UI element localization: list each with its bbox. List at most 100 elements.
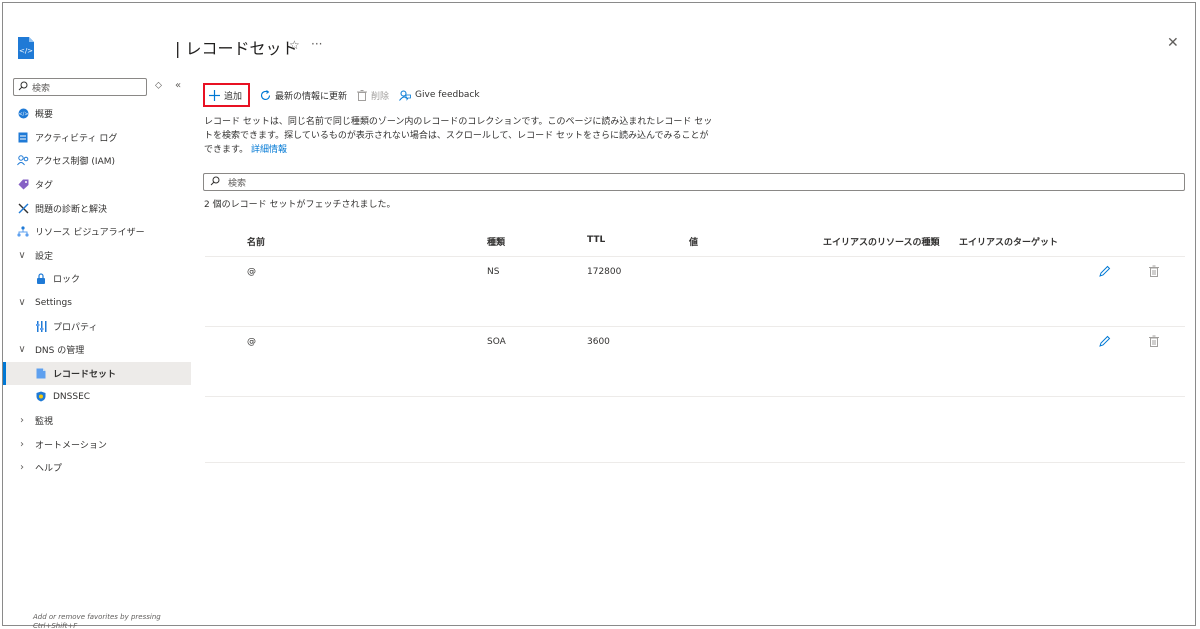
column-header-ttl[interactable]: TTL: [587, 235, 605, 245]
column-header-value[interactable]: 値: [689, 235, 698, 248]
column-header-alias-resource-type[interactable]: エイリアスのリソースの種類: [823, 235, 940, 248]
search-icon: [210, 176, 220, 189]
sidebar-item-label: レコードセット: [53, 369, 117, 380]
sidebar-item-locks[interactable]: ロック: [3, 267, 191, 291]
dns-zone-resource-icon: </>: [17, 37, 35, 59]
table-row[interactable]: @ SOA 3600: [205, 327, 1185, 397]
menu-search-placeholder: 検索: [32, 83, 51, 94]
sidebar-group-help[interactable]: › ヘルプ: [3, 456, 191, 480]
sidebar-item-label: 概要: [35, 110, 54, 121]
sidebar-item-label: DNSSEC: [53, 391, 91, 402]
sidebar-item-label: アクティビティ ログ: [35, 133, 118, 144]
sidebar-item-tags[interactable]: タグ: [3, 173, 191, 197]
feedback-label: Give feedback: [415, 90, 480, 100]
plus-icon: [209, 89, 220, 101]
people-icon: [17, 155, 29, 167]
delete-button[interactable]: 削除: [357, 89, 389, 102]
column-header-alias-target[interactable]: エイリアスのターゲット: [959, 235, 1058, 248]
sidebar-group-dns-management[interactable]: ∨ DNS の管理: [3, 338, 191, 362]
refresh-label: 最新の情報に更新: [275, 91, 348, 102]
table-bottom-divider: [205, 462, 1185, 463]
sidebar-item-properties[interactable]: プロパティ: [3, 314, 191, 338]
sidebar-item-label: 監視: [35, 417, 54, 428]
collapse-menu-icon[interactable]: «: [175, 80, 181, 91]
refresh-icon: [260, 89, 271, 101]
recordset-search-input[interactable]: 検索: [203, 173, 1185, 191]
cell-ttl: 3600: [587, 337, 610, 347]
sidebar-group-settings-jp[interactable]: ∨ 設定: [3, 244, 191, 268]
table-header: 名前 種類 TTL 値 エイリアスのリソースの種類 エイリアスのターゲット: [205, 229, 1185, 257]
cell-name[interactable]: @: [247, 267, 256, 277]
sidebar-item-label: ヘルプ: [35, 464, 63, 475]
sidebar-item-diagnose[interactable]: 問題の診断と解決: [3, 196, 191, 220]
page-title: | レコードセット: [175, 39, 298, 58]
add-label: 追加: [224, 91, 243, 102]
wrench-icon: [17, 202, 29, 214]
sidebar-item-label: 設定: [35, 251, 54, 262]
command-bar: 追加 最新の情報に更新 削除 Give feedback: [203, 83, 490, 107]
search-placeholder: 検索: [228, 178, 247, 189]
sidebar-group-monitoring[interactable]: › 監視: [3, 409, 191, 433]
chevron-right-icon: ›: [20, 462, 24, 474]
sidebar-item-label: ロック: [53, 275, 81, 286]
menu-list: </> 概要 アクティビティ ログ アクセス制御 (IAM) タグ 問題の診断と…: [3, 102, 191, 480]
chevron-right-icon: ›: [20, 415, 24, 427]
give-feedback-button[interactable]: Give feedback: [399, 90, 480, 101]
chevron-down-icon: ∨: [18, 297, 26, 309]
sidebar-item-label: リソース ビジュアライザー: [35, 228, 145, 239]
sidebar-item-access-control[interactable]: アクセス制御 (IAM): [3, 149, 191, 173]
cell-ttl: 172800: [587, 267, 622, 277]
edit-pencil-icon[interactable]: [1099, 265, 1111, 280]
more-options-icon[interactable]: ···: [311, 37, 322, 51]
sidebar-item-recordsets[interactable]: レコードセット: [3, 361, 191, 386]
column-header-type[interactable]: 種類: [487, 235, 505, 248]
favorites-hint: Add or remove favorites by pressing Ctrl…: [33, 613, 161, 629]
sidebar-item-dnssec[interactable]: DNSSEC: [3, 385, 191, 409]
refresh-button[interactable]: 最新の情報に更新: [260, 89, 347, 102]
sidebar-item-label: DNS の管理: [35, 346, 85, 357]
portal-frame: </> 検索 ⬦ « </> 概要 アクティビティ ログ アクセス制御 (IAM…: [2, 2, 1196, 629]
learn-more-link[interactable]: 詳細情報: [251, 145, 287, 155]
recordset-table: 名前 種類 TTL 値 エイリアスのリソースの種類 エイリアスのターゲット @ …: [205, 229, 1185, 397]
close-icon[interactable]: ✕: [1167, 35, 1179, 51]
shield-icon: [35, 391, 47, 403]
cell-type: NS: [487, 267, 500, 277]
sidebar-item-activity-log[interactable]: アクティビティ ログ: [3, 126, 191, 150]
lock-icon: [35, 273, 47, 285]
cell-type: SOA: [487, 337, 506, 347]
recordset-icon: [35, 367, 47, 379]
svg-text:</>: </>: [18, 112, 28, 118]
edit-pencil-icon[interactable]: [1099, 335, 1111, 350]
resource-menu: </> 検索 ⬦ « </> 概要 アクティビティ ログ アクセス制御 (IAM…: [3, 3, 191, 629]
chevron-down-icon: ∨: [18, 344, 26, 356]
sidebar-item-resource-visualizer[interactable]: リソース ビジュアライザー: [3, 220, 191, 244]
chevron-right-icon: ›: [20, 438, 24, 450]
result-count: 2 個のレコード セットがフェッチされました。: [204, 200, 396, 210]
delete-label: 削除: [371, 91, 390, 102]
add-button[interactable]: 追加: [203, 83, 251, 107]
svg-text:</>: </>: [19, 47, 33, 55]
trash-icon[interactable]: [1149, 335, 1159, 350]
sidebar-item-label: Settings: [35, 297, 72, 308]
page-description: レコード セットは、同じ名前で同じ種類のゾーン内のレコードのコレクションです。こ…: [204, 115, 714, 157]
menu-search-input[interactable]: 検索: [13, 78, 147, 96]
cell-name[interactable]: @: [247, 337, 256, 347]
properties-icon: [35, 320, 47, 332]
sidebar-item-label: オートメーション: [35, 440, 107, 451]
sidebar-item-overview[interactable]: </> 概要: [3, 102, 191, 126]
sidebar-group-automation[interactable]: › オートメーション: [3, 432, 191, 456]
trash-icon: [357, 89, 368, 101]
feedback-icon: [399, 90, 411, 101]
tag-icon: [17, 179, 29, 191]
sidebar-group-settings[interactable]: ∨ Settings: [3, 291, 191, 315]
overview-icon: </>: [17, 108, 29, 120]
table-row[interactable]: @ NS 172800: [205, 257, 1185, 327]
column-header-name[interactable]: 名前: [247, 235, 265, 248]
favorite-star-icon[interactable]: ☆: [289, 38, 300, 52]
sidebar-item-label: プロパティ: [53, 322, 98, 333]
expand-collapse-icon[interactable]: ⬦: [155, 80, 162, 91]
activity-log-icon: [17, 131, 29, 143]
sidebar-item-label: 問題の診断と解決: [35, 204, 108, 215]
search-icon: [18, 81, 28, 94]
trash-icon[interactable]: [1149, 265, 1159, 280]
